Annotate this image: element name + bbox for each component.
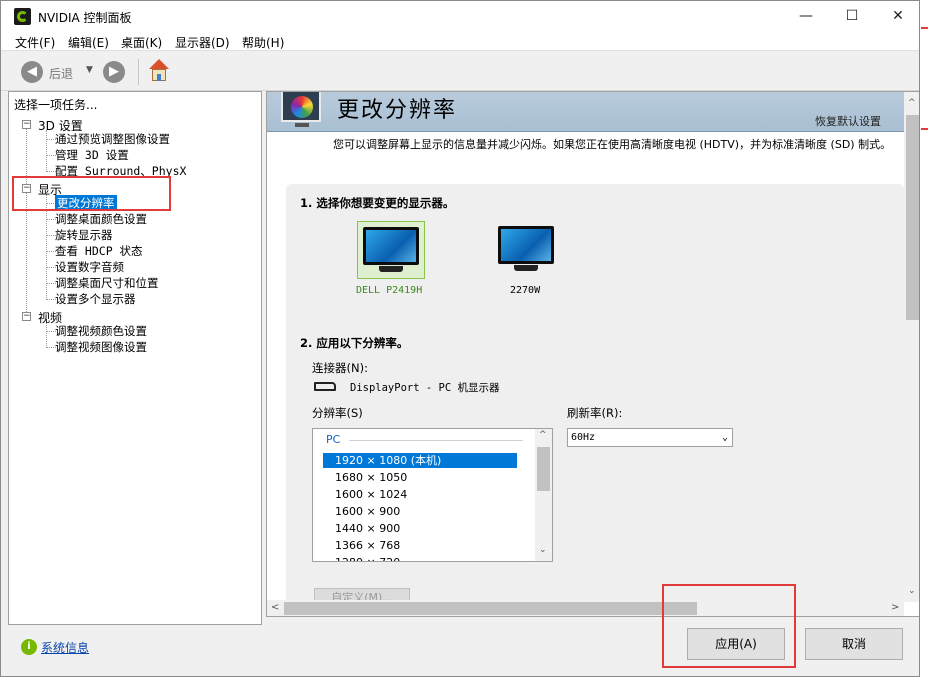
toolbar-separator	[138, 59, 139, 85]
nvidia-control-panel-window: NVIDIA 控制面板 — ☐ ✕ 文件(F) 编辑(E) 桌面(K) 显示器(…	[0, 0, 920, 677]
menu-edit[interactable]: 编辑(E)	[68, 34, 109, 51]
tree-line	[26, 128, 27, 314]
display-settings-icon	[281, 92, 325, 128]
refresh-rate-dropdown[interactable]: 60Hz ⌄	[567, 428, 733, 447]
resolution-list-scrollbar[interactable]: ^ ⌄	[535, 429, 552, 561]
tree-item-manage-3d[interactable]: 管理 3D 设置	[55, 147, 129, 163]
close-button[interactable]: ✕	[875, 1, 919, 32]
description-text: 您可以调整屏幕上显示的信息量并减少闪烁。如果您正在使用高清晰度电视 (HDTV)…	[333, 138, 892, 151]
resolution-option[interactable]: 1366 × 768	[323, 538, 517, 553]
resolution-option[interactable]: 1600 × 900	[323, 504, 517, 519]
cancel-button-label: 取消	[841, 637, 866, 651]
back-label[interactable]: 后退	[49, 65, 73, 82]
title-bar: NVIDIA 控制面板 — ☐ ✕	[1, 1, 919, 32]
refresh-rate-value: 60Hz	[571, 432, 596, 443]
horizontal-scrollbar[interactable]: < >	[267, 600, 904, 616]
monitor-icon	[361, 226, 421, 274]
cancel-button[interactable]: 取消	[805, 628, 903, 660]
nvidia-logo-icon	[14, 8, 31, 25]
scroll-right-icon[interactable]: >	[891, 602, 899, 613]
resolution-option[interactable]: 1680 × 1050	[323, 470, 517, 485]
tree-line	[46, 130, 47, 170]
connector-value: DisplayPort - PC 机显示器	[350, 382, 500, 394]
system-info-link[interactable]: 系统信息	[41, 639, 89, 656]
scroll-left-icon[interactable]: <	[271, 602, 279, 613]
connector-label: 连接器(N):	[312, 361, 368, 375]
tree-item-hdcp-status[interactable]: 查看 HDCP 状态	[55, 243, 143, 259]
step2-heading: 2. 应用以下分辨率。	[300, 336, 409, 350]
page-banner: 更改分辨率 恢复默认设置	[267, 92, 906, 132]
toolbar: ◀ 后退 ▼ ▶	[1, 51, 919, 91]
display-label-2270w[interactable]: 2270W	[510, 285, 540, 296]
scroll-down-icon[interactable]: ⌄	[539, 545, 547, 555]
resolution-option[interactable]: 1600 × 1024	[323, 487, 517, 502]
scroll-thumb[interactable]	[284, 602, 697, 615]
tree-item-digital-audio[interactable]: 设置数字音频	[55, 259, 124, 275]
task-tree-pane: 选择一项任务... − 3D 设置 通过预览调整图像设置 管理 3D 设置 配置…	[8, 91, 262, 625]
scroll-thumb[interactable]	[537, 447, 550, 491]
group-divider	[349, 440, 523, 441]
task-tree-header: 选择一项任务...	[14, 98, 98, 112]
resolution-option[interactable]: 1920 × 1080 (本机)	[323, 453, 517, 468]
window-title: NVIDIA 控制面板	[38, 11, 132, 25]
background-window-edge	[920, 0, 928, 677]
displayport-icon	[314, 382, 336, 391]
menu-file[interactable]: 文件(F)	[15, 34, 55, 51]
resolution-option[interactable]: 1280 × 720	[323, 555, 517, 561]
tree-item-video-color[interactable]: 调整视频颜色设置	[55, 323, 147, 339]
display-tile-2270w[interactable]	[493, 221, 561, 279]
tree-item-multiple-displays[interactable]: 设置多个显示器	[55, 291, 136, 307]
menu-display[interactable]: 显示器(D)	[175, 34, 230, 51]
display-tile-dell[interactable]	[357, 221, 425, 279]
tree-item-desktop-color[interactable]: 调整桌面颜色设置	[55, 211, 147, 227]
back-arrow-icon[interactable]: ◀	[21, 61, 43, 83]
menu-desktop[interactable]: 桌面(K)	[121, 34, 162, 51]
history-dropdown-icon[interactable]: ▼	[86, 65, 93, 75]
menu-bar: 文件(F) 编辑(E) 桌面(K) 显示器(D) 帮助(H)	[1, 32, 919, 51]
tree-item-video-image[interactable]: 调整视频图像设置	[55, 339, 147, 355]
step1-heading: 1. 选择你想要变更的显示器。	[300, 196, 455, 210]
tree-item-preview-image[interactable]: 通过预览调整图像设置	[55, 131, 170, 147]
minimize-button[interactable]: —	[783, 1, 829, 32]
scroll-up-icon[interactable]: ^	[908, 98, 916, 108]
scroll-up-icon[interactable]: ^	[539, 430, 547, 440]
home-icon[interactable]	[147, 59, 171, 83]
content-pane: 更改分辨率 恢复默认设置 您可以调整屏幕上显示的信息量并减少闪烁。如果您正在使用…	[266, 91, 919, 617]
resolution-list[interactable]: PC 1920 × 1080 (本机) 1680 × 1050 1600 × 1…	[312, 428, 553, 562]
chevron-down-icon: ⌄	[721, 432, 728, 443]
tree-item-rotate-display[interactable]: 旋转显示器	[55, 227, 113, 243]
collapse-video-icon[interactable]: −	[22, 312, 31, 321]
scroll-thumb[interactable]	[906, 115, 919, 320]
resolution-group-label: PC	[326, 433, 341, 446]
highlight-box-display	[12, 176, 171, 211]
collapse-3d-icon[interactable]: −	[22, 120, 31, 129]
refresh-rate-label: 刷新率(R):	[567, 406, 623, 420]
highlight-box-apply	[662, 584, 796, 668]
page-title: 更改分辨率	[337, 98, 458, 123]
tree-item-desktop-size[interactable]: 调整桌面尺寸和位置	[55, 275, 159, 291]
monitor-icon	[496, 225, 556, 273]
maximize-button[interactable]: ☐	[829, 1, 875, 32]
resolution-label: 分辨率(S)	[312, 406, 363, 420]
display-label-dell[interactable]: DELL P2419H	[356, 285, 422, 296]
restore-defaults-link[interactable]: 恢复默认设置	[815, 113, 881, 129]
menu-help[interactable]: 帮助(H)	[242, 34, 284, 51]
vertical-scrollbar[interactable]: ^ ⌄	[904, 92, 919, 602]
scroll-down-icon[interactable]: ⌄	[908, 586, 916, 596]
info-icon: i	[21, 639, 37, 655]
resolution-option[interactable]: 1440 × 900	[323, 521, 517, 536]
forward-arrow-icon[interactable]: ▶	[103, 61, 125, 83]
